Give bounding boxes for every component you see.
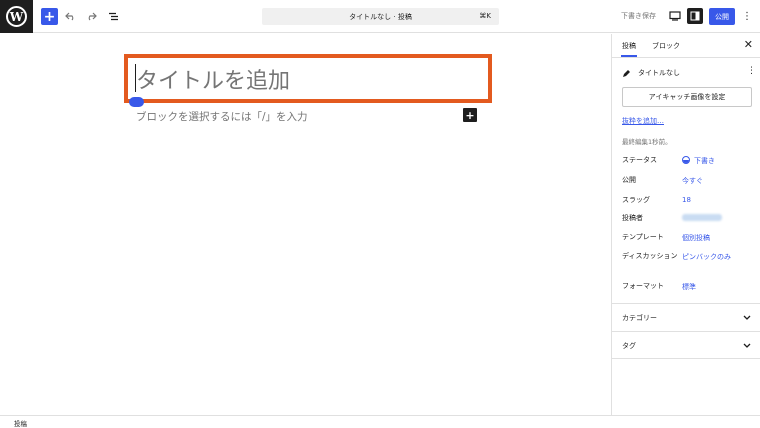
undo-icon xyxy=(65,12,74,21)
pen-icon xyxy=(622,68,632,78)
paragraph-block-placeholder[interactable]: ブロックを選択するには「/」を入力 xyxy=(136,109,308,124)
wordpress-logo-icon: W xyxy=(6,6,27,27)
wordpress-logo-button[interactable]: W xyxy=(0,0,33,33)
block-drag-handle[interactable] xyxy=(129,97,144,107)
list-view-icon xyxy=(109,12,118,21)
meta-label: スラッグ xyxy=(622,196,650,204)
block-inserter-button[interactable]: + xyxy=(463,108,477,122)
block-breadcrumb-bar: 投稿 xyxy=(0,415,760,428)
post-summary-title: タイトルなし xyxy=(638,69,680,77)
breadcrumb-post[interactable]: 投稿 xyxy=(14,418,27,428)
editor-canvas: タイトルを追加 ブロックを選択するには「/」を入力 + xyxy=(0,34,611,415)
document-overview-button[interactable] xyxy=(105,8,122,25)
post-actions-icon[interactable]: ⋮ xyxy=(747,66,756,76)
status-value[interactable]: 下書き xyxy=(682,156,715,166)
status-value-text: 下書き xyxy=(694,157,715,165)
editor-header: W + タイトルなし · 投稿 ⌘K 下書き保存 公開 ⋮ xyxy=(0,0,760,33)
undo-button[interactable] xyxy=(62,8,79,25)
meta-label: ステータス xyxy=(622,156,657,164)
meta-label: フォーマット xyxy=(622,282,664,290)
draft-status-icon xyxy=(682,156,690,164)
post-summary-header: タイトルなし ⋮ xyxy=(622,66,756,79)
author-value[interactable] xyxy=(682,214,722,223)
chevron-down-icon xyxy=(743,341,751,349)
meta-label: テンプレート xyxy=(622,233,664,241)
meta-label: 公開 xyxy=(622,176,636,184)
preview-button[interactable] xyxy=(668,9,682,23)
categories-panel[interactable]: カテゴリー xyxy=(612,303,760,331)
wordpress-logo-letter: W xyxy=(9,9,24,24)
redo-button[interactable] xyxy=(83,8,100,25)
panel-title: タグ xyxy=(622,342,636,350)
command-palette-bar[interactable]: タイトルなし · 投稿 ⌘K xyxy=(262,8,499,25)
meta-label: ディスカッション xyxy=(622,252,678,260)
desktop-preview-icon xyxy=(669,11,681,21)
set-featured-image-button[interactable]: アイキャッチ画像を設定 xyxy=(622,87,752,107)
discussion-value[interactable]: ピンバックのみ xyxy=(682,252,731,262)
tab-block[interactable]: ブロック xyxy=(652,41,680,51)
add-block-button[interactable]: + xyxy=(41,8,58,25)
close-sidebar-icon[interactable]: ✕ xyxy=(744,38,753,51)
publish-button[interactable]: 公開 xyxy=(709,8,735,25)
sidebar-icon xyxy=(690,11,700,21)
meta-label: 投稿者 xyxy=(622,214,643,222)
save-draft-button[interactable]: 下書き保存 xyxy=(621,11,656,21)
options-button[interactable]: ⋮ xyxy=(741,8,753,25)
settings-toggle-button[interactable] xyxy=(687,8,703,24)
document-title: タイトルなし · 投稿 xyxy=(349,12,412,21)
blurred-author-name xyxy=(682,214,722,221)
add-excerpt-link[interactable]: 抜粋を追加… xyxy=(622,116,664,126)
settings-sidebar: 投稿 ブロック ✕ タイトルなし ⋮ アイキャッチ画像を設定 抜粋を追加… 最終… xyxy=(611,34,760,415)
redo-icon xyxy=(88,12,97,21)
chevron-down-icon xyxy=(743,313,751,321)
sidebar-tabs: 投稿 ブロック ✕ xyxy=(612,34,760,58)
tags-panel[interactable]: タグ xyxy=(612,331,760,359)
publish-date-value[interactable]: 今すぐ xyxy=(682,176,703,186)
last-edited-text: 最終編集1秒前。 xyxy=(622,138,672,146)
more-vertical-icon: ⋮ xyxy=(742,11,752,22)
template-value[interactable]: 個別投稿 xyxy=(682,233,710,243)
format-value[interactable]: 標準 xyxy=(682,282,696,292)
command-shortcut: ⌘K xyxy=(479,12,491,20)
slug-value[interactable]: 18 xyxy=(682,196,691,204)
tab-post[interactable]: 投稿 xyxy=(621,41,637,57)
post-title-input[interactable]: タイトルを追加 xyxy=(136,63,290,95)
panel-title: カテゴリー xyxy=(622,314,657,322)
